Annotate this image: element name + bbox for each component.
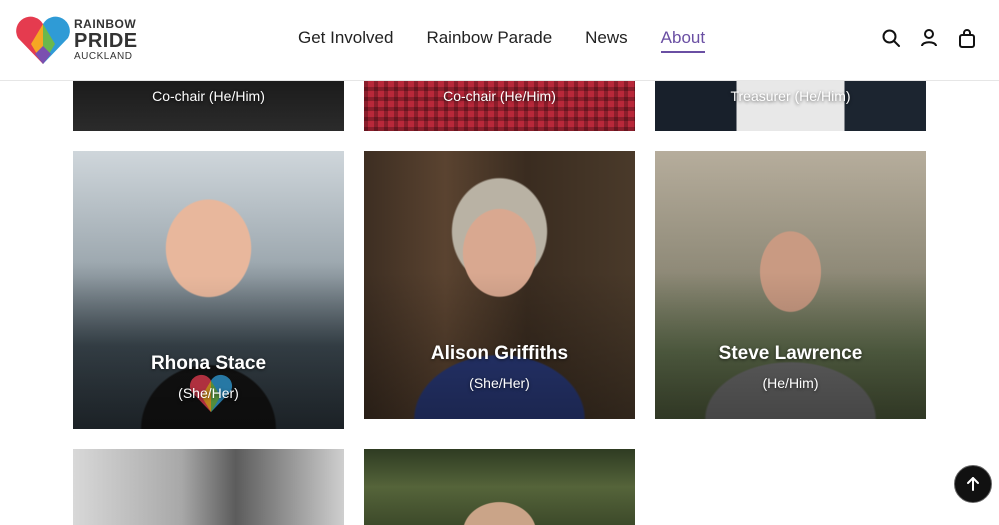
team-card[interactable]: Co-chair (He/Him)	[73, 80, 344, 131]
logo-text-auckland: AUCKLAND	[74, 51, 133, 62]
nav-rainbow-parade[interactable]: Rainbow Parade	[426, 28, 552, 53]
team-card[interactable]	[73, 449, 344, 525]
member-pronouns: (She/Her)	[178, 385, 239, 401]
member-role: Co-chair (He/Him)	[443, 88, 556, 104]
team-card[interactable]	[364, 449, 635, 525]
member-name: Steve Lawrence	[718, 343, 863, 364]
member-role: Co-chair (He/Him)	[152, 88, 265, 104]
team-card-rhona-stace[interactable]: Rhona Stace (She/Her)	[73, 151, 344, 429]
site-header: RAINBOW PRIDE AUCKLAND Get Involved Rain…	[0, 0, 999, 81]
member-name: Alison Griffiths	[430, 343, 569, 364]
main-nav: Get Involved Rainbow Parade News About	[298, 28, 738, 53]
header-icons	[881, 28, 977, 48]
member-pronouns: (He/Him)	[762, 375, 819, 391]
nav-get-involved[interactable]: Get Involved	[298, 28, 393, 53]
nav-about[interactable]: About	[660, 28, 706, 53]
rainbow-pride-logo[interactable]: RAINBOW PRIDE AUCKLAND	[15, 14, 140, 66]
member-pronouns: (She/Her)	[469, 375, 530, 391]
nav-news[interactable]: News	[585, 28, 628, 53]
shopping-bag-icon[interactable]	[957, 28, 977, 48]
search-icon[interactable]	[881, 28, 901, 48]
heart-logo-icon	[16, 16, 70, 64]
logo-text-rainbow: RAINBOW	[74, 17, 137, 31]
team-card-alison-griffiths[interactable]: Alison Griffiths (She/Her)	[364, 151, 635, 419]
arrow-up-icon	[967, 477, 979, 491]
member-name: Rhona Stace	[150, 353, 267, 374]
team-card[interactable]: Treasurer (He/Him)	[655, 80, 926, 131]
team-card[interactable]: Co-chair (He/Him)	[364, 80, 635, 131]
scroll-to-top-button[interactable]	[954, 465, 992, 503]
logo-text-pride: PRIDE	[74, 30, 138, 52]
user-icon[interactable]	[919, 28, 939, 48]
member-role: Treasurer (He/Him)	[730, 88, 851, 104]
team-card-steve-lawrence[interactable]: Steve Lawrence (He/Him)	[655, 151, 926, 419]
